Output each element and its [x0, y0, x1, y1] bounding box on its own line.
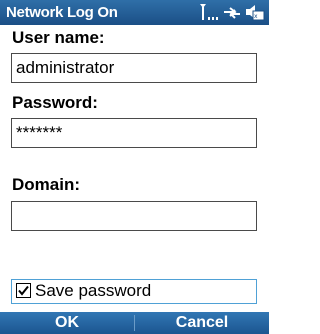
- username-field[interactable]: administrator: [11, 53, 257, 83]
- save-password-label: Save password: [35, 281, 152, 300]
- domain-label: Domain:: [12, 175, 80, 194]
- save-password-checkbox[interactable]: [16, 283, 31, 298]
- domain-field[interactable]: [11, 201, 257, 231]
- softkey-bar: OK Cancel: [0, 312, 269, 334]
- speaker-icon[interactable]: x: [244, 2, 265, 23]
- password-field[interactable]: *******: [11, 118, 257, 148]
- title-bar: Network Log On x: [0, 0, 269, 25]
- ok-button[interactable]: OK: [0, 314, 134, 332]
- cancel-button[interactable]: Cancel: [135, 314, 269, 332]
- save-password-row[interactable]: Save password: [11, 279, 257, 304]
- svg-text:x: x: [254, 13, 258, 20]
- signal-icon[interactable]: [197, 2, 219, 23]
- status-icons: x: [197, 2, 265, 23]
- window-title: Network Log On: [6, 4, 118, 21]
- password-label: Password:: [12, 93, 98, 112]
- username-label: User name:: [12, 28, 105, 47]
- sync-icon[interactable]: [221, 2, 243, 23]
- checkmark-icon: [18, 285, 29, 296]
